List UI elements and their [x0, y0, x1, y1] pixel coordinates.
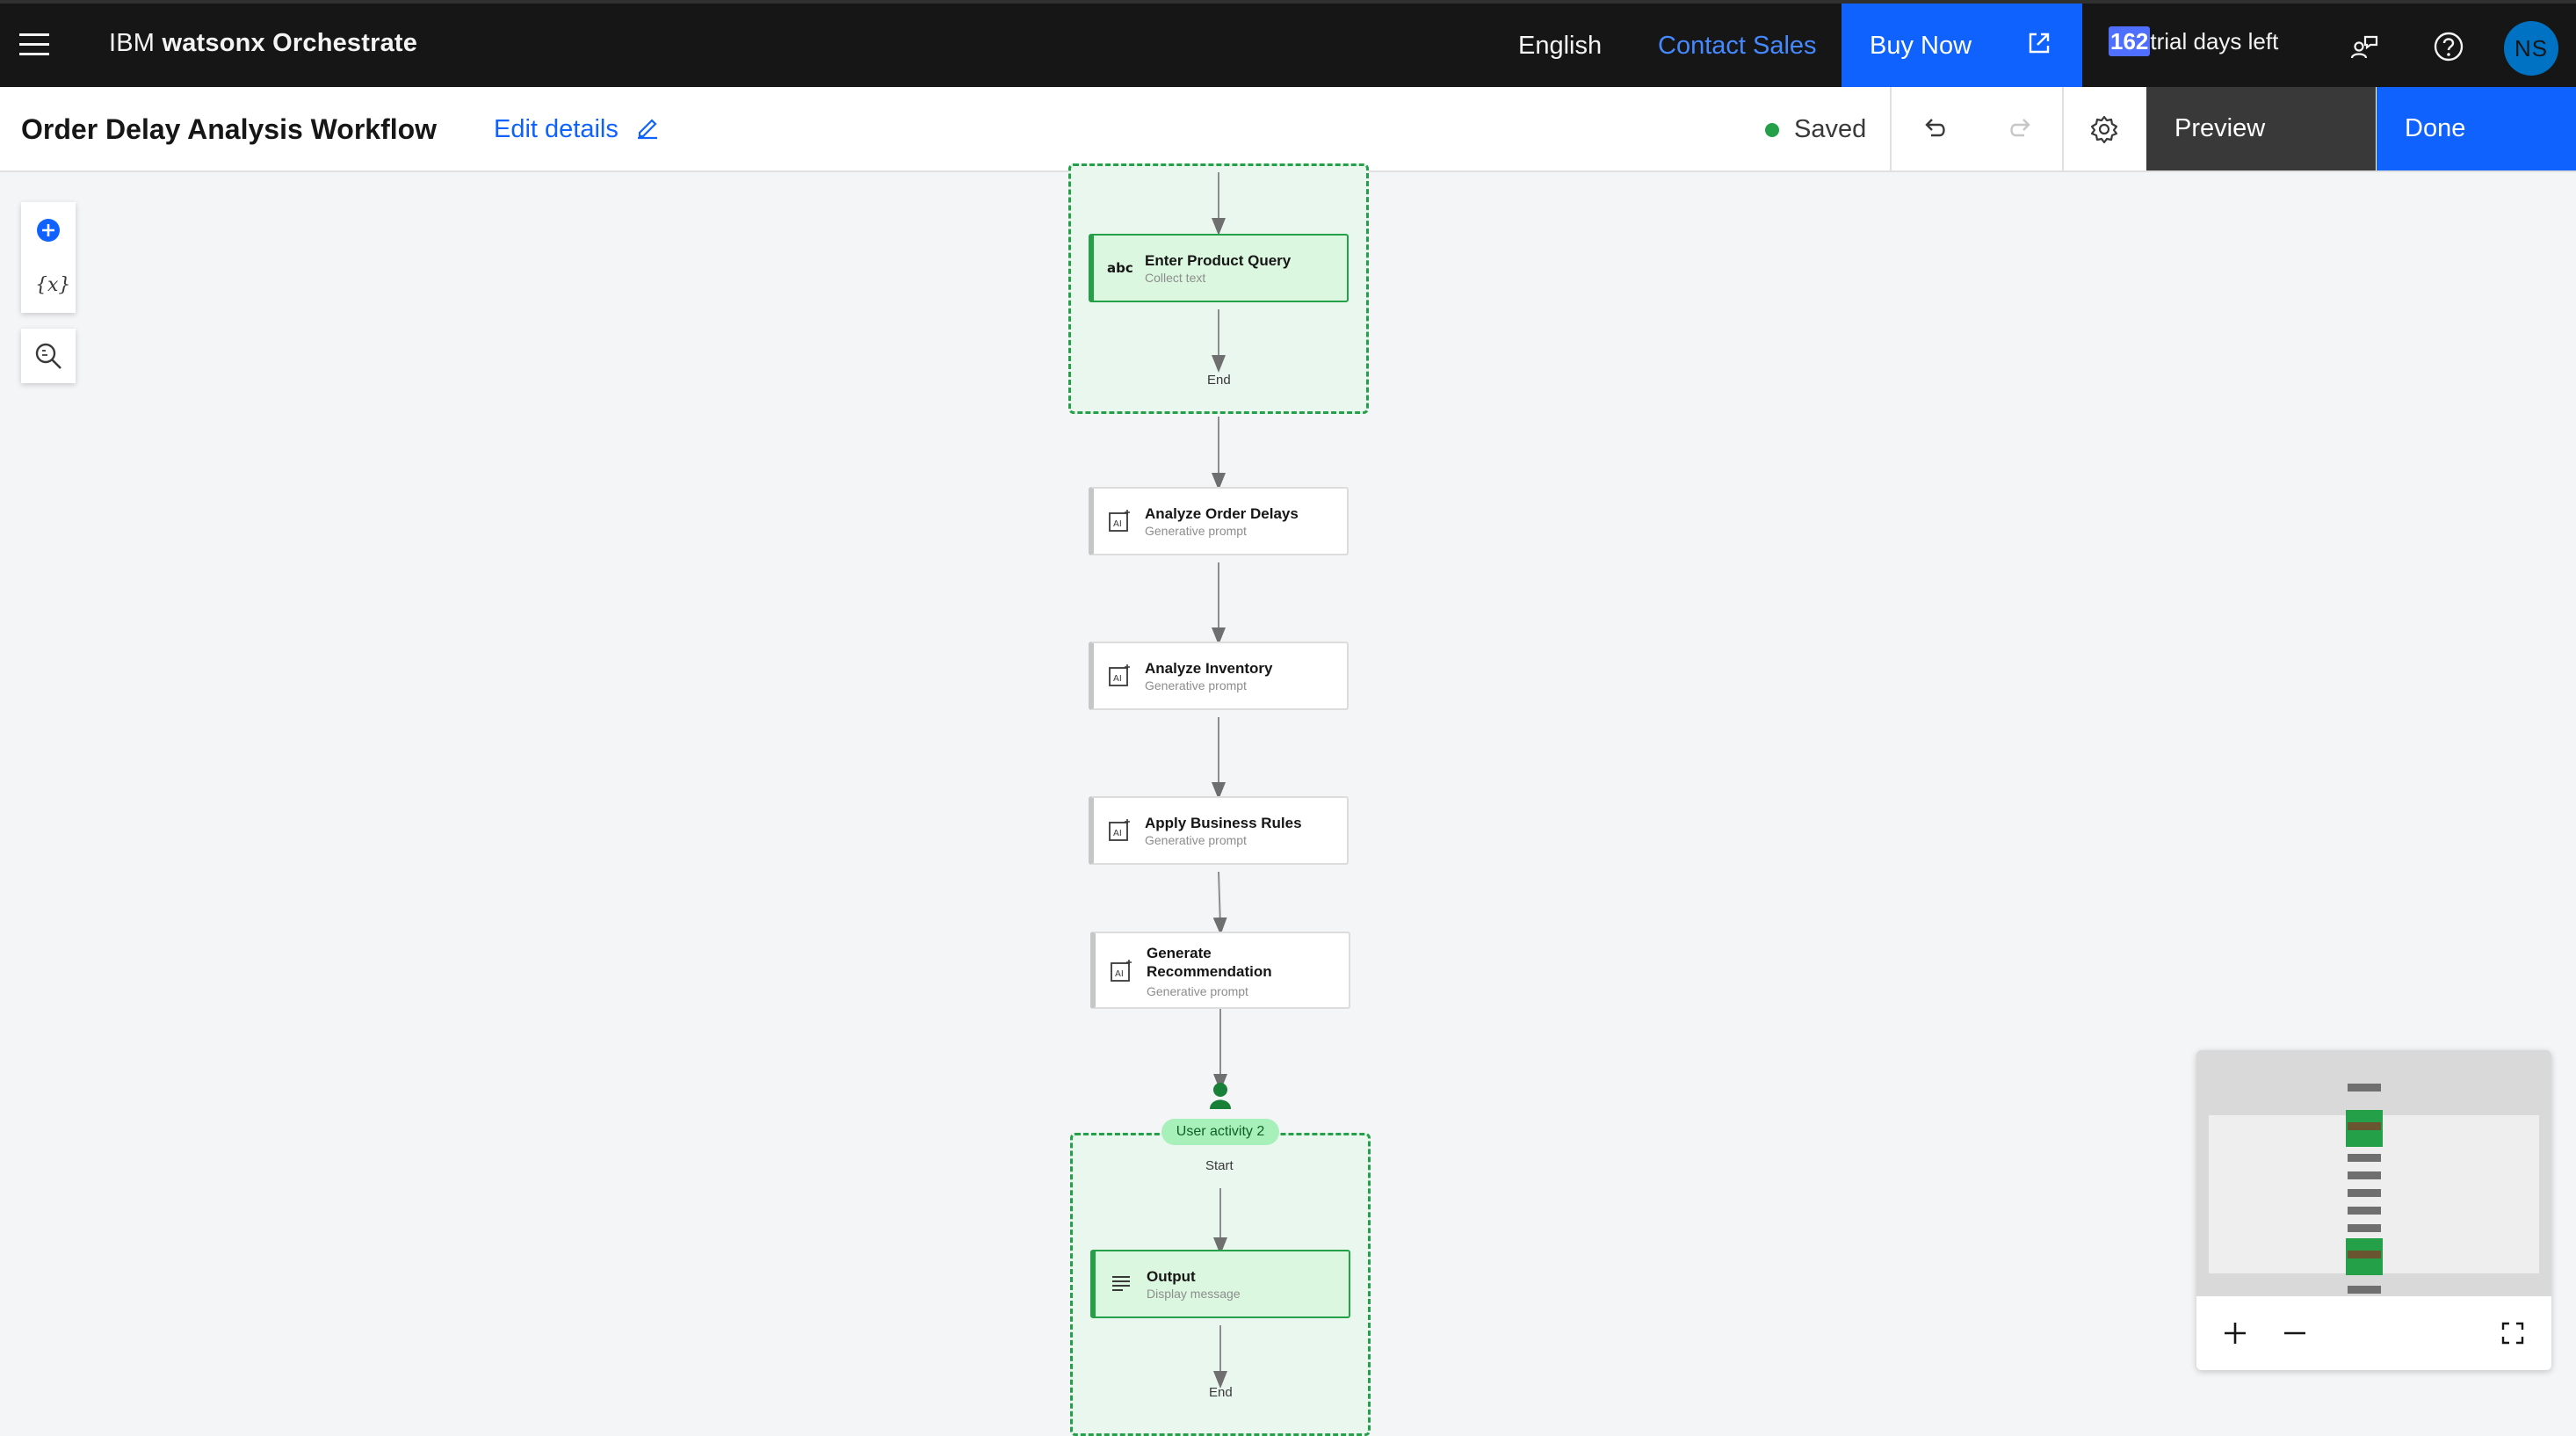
node-subtitle: Generative prompt — [1147, 984, 1248, 998]
edit-icon[interactable] — [634, 113, 661, 140]
trial-days-count: 162 — [2109, 26, 2151, 56]
minimap-node — [2348, 1251, 2381, 1258]
flow-node-generate-recommendation[interactable]: AI Generate Recommendation Generative pr… — [1090, 932, 1350, 1009]
minimap[interactable] — [2196, 1050, 2551, 1370]
contact-sales-link[interactable]: Contact Sales — [1658, 32, 1817, 61]
done-button[interactable]: Done — [2377, 87, 2576, 170]
zoom-out-icon[interactable] — [2279, 1317, 2311, 1349]
fit-screen-icon[interactable] — [2497, 1317, 2529, 1349]
svg-text:AI: AI — [1113, 674, 1122, 684]
user-person-icon — [1210, 1083, 1231, 1109]
top-nav-bar: IBM watsonx Orchestrate English Contact … — [0, 0, 2576, 91]
ai-prompt-icon: AI — [1109, 510, 1130, 532]
preview-label: Preview — [2174, 114, 2266, 142]
buy-now-button[interactable]: Buy Now — [1842, 4, 2082, 91]
abc-text-icon: abc — [1107, 260, 1132, 276]
node-title: Apply Business Rules — [1145, 815, 1302, 831]
tool-palette-secondary — [21, 329, 76, 383]
minimap-node — [2348, 1207, 2381, 1215]
node-subtitle: Generative prompt — [1145, 678, 1247, 693]
menu-icon[interactable] — [12, 23, 58, 69]
divider — [2062, 87, 2064, 170]
user-avatar[interactable]: NS — [2504, 21, 2558, 76]
minimap-node — [2348, 1224, 2381, 1232]
minimap-node — [2348, 1084, 2381, 1092]
minimap-node — [2348, 1154, 2381, 1162]
product-brand[interactable]: IBM watsonx Orchestrate — [109, 29, 417, 58]
svg-text:{x}: {x} — [35, 274, 70, 296]
language-selector[interactable]: English — [1518, 32, 1602, 61]
minimap-node — [2348, 1122, 2381, 1130]
brand-name: watsonx Orchestrate — [162, 29, 418, 57]
svg-text:abc: abc — [1107, 260, 1132, 276]
flow-canvas[interactable]: abc Enter Product Query Collect text End… — [0, 163, 2576, 1436]
node-title: Analyze Inventory — [1145, 660, 1273, 677]
svg-text:AI: AI — [1113, 519, 1122, 529]
node-subtitle: Generative prompt — [1145, 833, 1247, 847]
user-activity-badge[interactable]: User activity 2 — [1161, 1119, 1279, 1145]
preview-button[interactable]: Preview — [2146, 87, 2376, 170]
node-title: Analyze Order Delays — [1145, 505, 1299, 522]
redo-icon[interactable] — [2003, 112, 2037, 146]
trial-days-indicator: 162trial days left — [2109, 26, 2279, 56]
minimap-node — [2348, 1171, 2381, 1179]
flow-node-analyze-order-delays[interactable]: AI Analyze Order Delays Generative promp… — [1089, 487, 1349, 555]
flow-node-apply-business-rules[interactable]: AI Apply Business Rules Generative promp… — [1089, 796, 1349, 865]
minimap-node — [2348, 1286, 2381, 1294]
workflow-title: Order Delay Analysis Workflow — [21, 113, 438, 145]
ai-prompt-icon: AI — [1109, 664, 1130, 686]
text-lines-icon — [1112, 1276, 1130, 1291]
minimap-overview[interactable] — [2196, 1050, 2551, 1296]
svg-text:AI: AI — [1113, 829, 1122, 838]
variables-icon[interactable]: {x} — [21, 257, 76, 311]
ai-prompt-icon: AI — [1111, 960, 1132, 982]
node-title: Generate Recommendation — [1147, 945, 1272, 980]
ai-prompt-icon: AI — [1109, 819, 1130, 841]
add-icon[interactable] — [21, 202, 76, 257]
undo-icon[interactable] — [1919, 112, 1952, 146]
search-zoom-icon[interactable] — [21, 329, 76, 383]
node-subtitle: Collect text — [1145, 271, 1206, 285]
done-label: Done — [2405, 114, 2466, 142]
help-icon[interactable] — [2432, 30, 2465, 63]
external-link-icon — [2029, 33, 2050, 54]
edit-details-link[interactable]: Edit details — [494, 115, 619, 144]
node-subtitle: Display message — [1147, 1287, 1241, 1301]
tool-palette: {x} — [21, 202, 76, 313]
trial-days-text: trial days left — [2150, 28, 2279, 54]
divider — [1890, 87, 1892, 170]
brand-prefix: IBM — [109, 29, 156, 57]
workflow-header: Order Delay Analysis Workflow Edit detai… — [0, 87, 2576, 172]
flow-node-output[interactable]: Output Display message — [1090, 1250, 1350, 1318]
node-title: Enter Product Query — [1145, 252, 1292, 269]
minimap-controls — [2196, 1296, 2551, 1370]
svg-text:AI: AI — [1115, 969, 1124, 979]
buy-now-label: Buy Now — [1870, 32, 1972, 60]
node-subtitle: Generative prompt — [1145, 524, 1247, 538]
minimap-node — [2348, 1189, 2381, 1197]
feedback-icon[interactable] — [2348, 30, 2381, 63]
node-title: Output — [1147, 1268, 1196, 1285]
flow-node-enter-product-query[interactable]: abc Enter Product Query Collect text — [1089, 234, 1349, 302]
settings-icon[interactable] — [2088, 112, 2121, 146]
end-label: End — [1207, 373, 1231, 388]
saved-status: Saved — [1794, 115, 1867, 143]
flow-node-analyze-inventory[interactable]: AI Analyze Inventory Generative prompt — [1089, 642, 1349, 710]
end-label: End — [1209, 1385, 1233, 1400]
saved-status-dot — [1765, 123, 1779, 137]
zoom-in-icon[interactable] — [2219, 1317, 2251, 1349]
start-label: Start — [1205, 1158, 1234, 1173]
